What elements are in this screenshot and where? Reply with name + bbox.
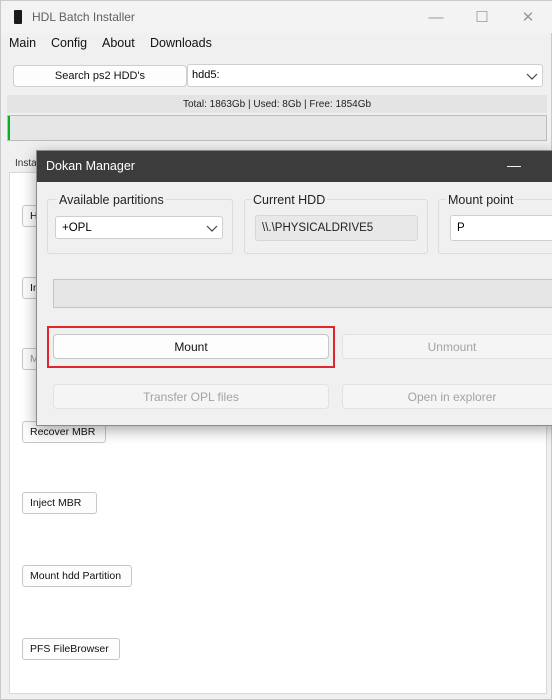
pfs-filebrowser-button[interactable]: PFS FileBrowser — [22, 638, 120, 660]
dokan-progress-bar — [53, 279, 552, 308]
menu-main[interactable]: Main — [9, 36, 36, 50]
search-ps2-hdds-button[interactable]: Search ps2 HDD's — [13, 65, 187, 87]
dokan-minimize-button[interactable]: — — [507, 157, 521, 173]
app-icon — [14, 10, 22, 24]
chevron-down-icon — [526, 73, 538, 80]
title-bar: HDL Batch Installer — ☐ ✕ — [1, 1, 552, 33]
tab-install[interactable]: Insta — [15, 158, 37, 169]
chevron-down-icon — [206, 225, 218, 232]
dokan-title: Dokan Manager — [46, 159, 135, 173]
maximize-button[interactable]: ☐ — [459, 1, 505, 33]
hdd-select-value: hdd5: — [192, 69, 220, 81]
close-button[interactable]: ✕ — [505, 1, 551, 33]
mount-button[interactable]: Mount — [53, 334, 329, 359]
main-progress-bar — [7, 115, 547, 141]
main-progress-fill — [8, 116, 10, 140]
minimize-button[interactable]: — — [413, 1, 459, 33]
inject-mbr-button[interactable]: Inject MBR — [22, 492, 97, 514]
mount-point-label: Mount point — [446, 193, 516, 207]
menu-about[interactable]: About — [102, 36, 135, 50]
available-partitions-value: +OPL — [62, 221, 92, 234]
menu-config[interactable]: Config — [51, 36, 87, 50]
current-hdd-label: Current HDD — [251, 193, 328, 207]
mount-hdd-partition-button[interactable]: Mount hdd Partition — [22, 565, 132, 587]
menu-downloads[interactable]: Downloads — [150, 36, 212, 50]
current-hdd-field: \\.\PHYSICALDRIVE5 — [255, 215, 418, 241]
open-in-explorer-button[interactable]: Open in explorer — [342, 384, 552, 409]
dokan-title-bar: Dokan Manager — — [37, 151, 552, 182]
unmount-button[interactable]: Unmount — [342, 334, 552, 359]
window-title: HDL Batch Installer — [32, 10, 135, 24]
hdd-select[interactable]: hdd5: — [187, 64, 543, 87]
available-partitions-label: Available partitions — [57, 193, 166, 207]
dokan-manager-window: Dokan Manager — Available partitions +OP… — [36, 150, 552, 426]
mount-point-input[interactable]: P — [450, 215, 552, 241]
hdd-summary: Total: 1863Gb | Used: 8Gb | Free: 1854Gb — [7, 95, 547, 113]
transfer-opl-files-button[interactable]: Transfer OPL files — [53, 384, 329, 409]
available-partitions-select[interactable]: +OPL — [55, 216, 223, 239]
